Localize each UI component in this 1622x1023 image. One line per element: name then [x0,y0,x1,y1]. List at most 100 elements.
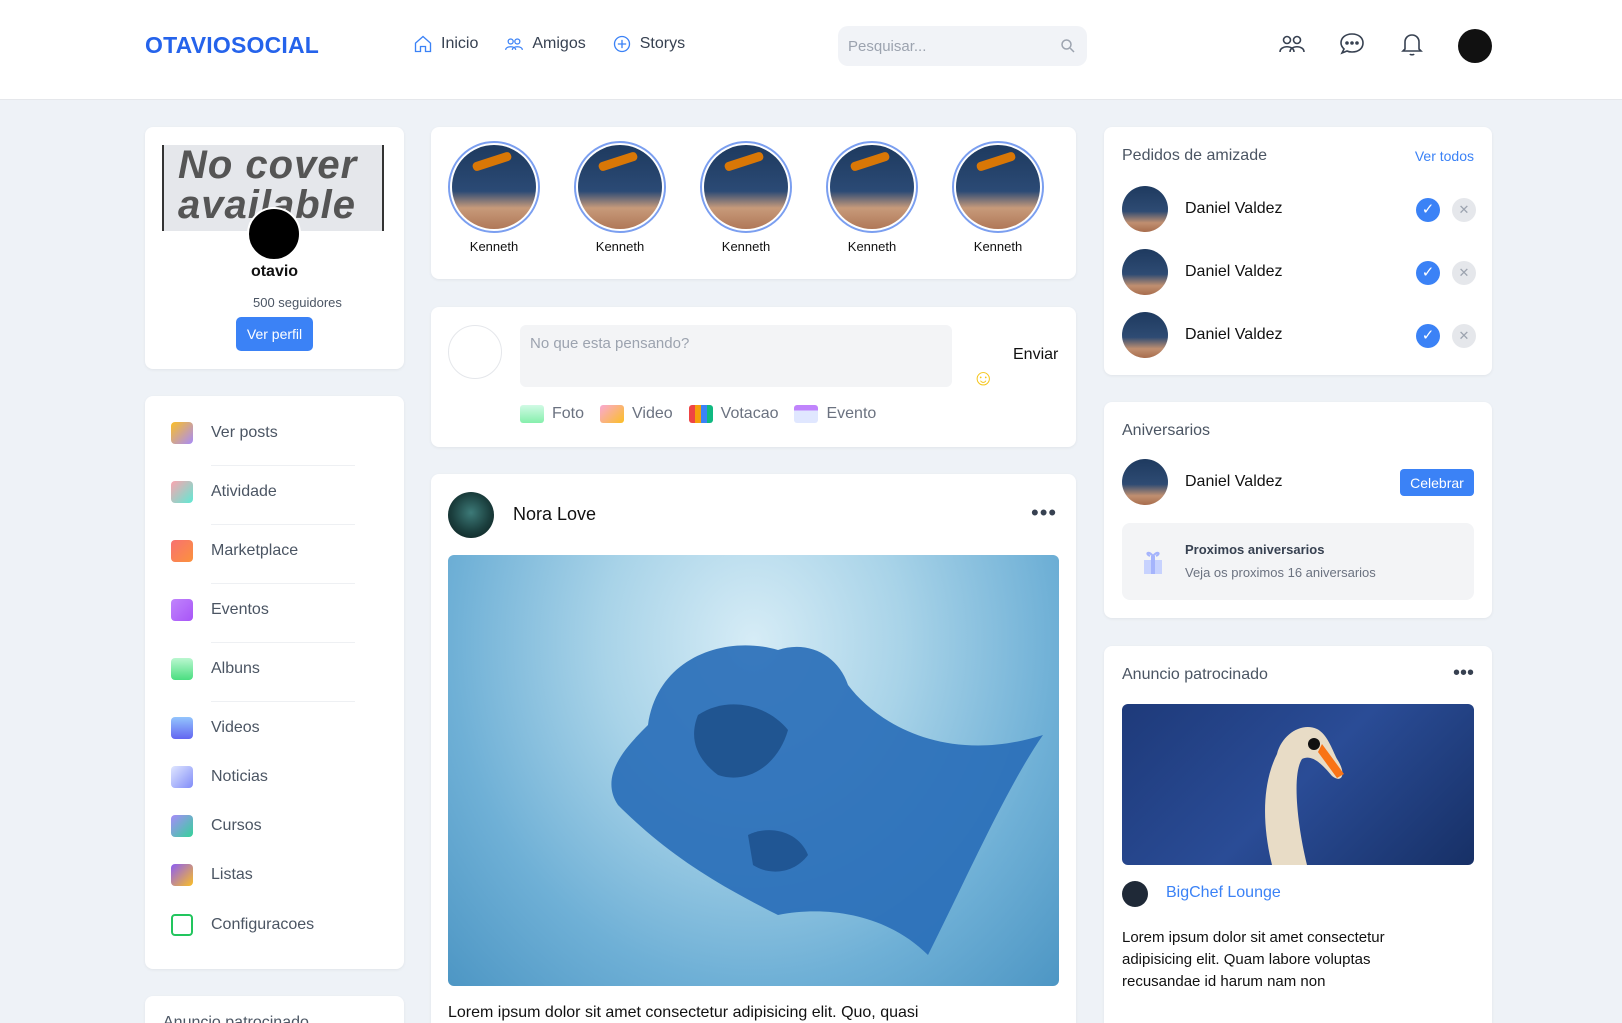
stories-card: Kenneth Kenneth Kenneth Kenneth Kenneth [431,127,1076,279]
story-thumbnail [578,145,662,229]
poll-icon [688,405,713,423]
post-textarea[interactable] [520,325,952,387]
menu-label: Ver posts [211,424,278,441]
menu-item-configuracoes[interactable]: Configuracoes [171,914,355,936]
user-avatar[interactable] [1458,29,1492,63]
request-avatar[interactable] [1122,186,1168,232]
menu-item-cursos[interactable]: Cursos [171,815,355,837]
chat-icon[interactable] [1338,30,1366,58]
reject-x-icon[interactable]: ✕ [1452,261,1476,285]
birthday-name[interactable]: Daniel Valdez [1185,473,1283,491]
nav-label: Storys [639,35,686,52]
view-all-link[interactable]: Ver todos [1415,148,1474,164]
menu-item-atividade[interactable]: Atividade [171,481,355,503]
post-author-avatar[interactable] [448,492,494,538]
video-button[interactable]: Video [600,405,673,423]
menu-item-albuns[interactable]: Albuns [171,658,355,680]
profile-name: otavio [250,263,299,280]
request-avatar[interactable] [1122,249,1168,295]
reject-x-icon[interactable]: ✕ [1452,198,1476,222]
story-item[interactable]: Kenneth [696,141,796,254]
story-item[interactable]: Kenneth [444,141,544,254]
menu-item-listas[interactable]: Listas [171,864,355,886]
post-card: Nora Love ••• Lorem ipsum dolor sit amet… [431,474,1076,1023]
action-label: Video [632,405,673,422]
people-icon[interactable] [1278,30,1306,58]
menu-item-eventos[interactable]: Eventos [171,599,355,621]
menu-item-videos[interactable]: Videos [171,717,355,739]
request-name[interactable]: Daniel Valdez [1185,200,1283,218]
friends-icon [505,38,524,51]
accept-check-icon[interactable]: ✓ [1416,261,1440,285]
menu-item-marketplace[interactable]: Marketplace [171,540,355,562]
accept-check-icon[interactable]: ✓ [1416,324,1440,348]
story-ring [574,141,666,233]
ad-image[interactable] [1122,704,1474,865]
menu-item-noticias[interactable]: Noticias [171,766,355,788]
search-input[interactable] [838,26,1038,66]
list-icon [171,864,193,886]
request-name[interactable]: Daniel Valdez [1185,326,1283,344]
action-label: Evento [826,405,877,422]
action-label: Votacao [720,405,779,422]
accept-check-icon[interactable]: ✓ [1416,198,1440,222]
friend-request-item: Daniel Valdez ✓ ✕ [1122,186,1476,232]
plus-circle-icon [613,35,630,53]
reject-x-icon[interactable]: ✕ [1452,324,1476,348]
home-icon [414,35,432,53]
side-menu: Ver posts Atividade Marketplace Eventos … [145,396,404,969]
nav-item-inicio[interactable]: Inicio [413,34,478,54]
story-name: Kenneth [847,239,897,254]
story-ring [448,141,540,233]
request-avatar[interactable] [1122,312,1168,358]
view-profile-button[interactable]: Ver perfil [236,317,313,351]
event-button[interactable]: Evento [794,405,876,423]
poll-button[interactable]: Votacao [688,405,779,423]
post-author-name[interactable]: Nora Love [513,504,596,525]
sponsored-title: Anuncio patrocinado [1122,666,1268,683]
menu-divider [211,642,355,643]
friend-request-item: Daniel Valdez ✓ ✕ [1122,249,1476,295]
birthdays-card: Aniversarios Daniel Valdez Celebrar Prox… [1104,402,1492,618]
nav-item-amigos[interactable]: Amigos [504,34,586,54]
action-label: Foto [552,405,585,422]
send-button[interactable]: Enviar [1013,346,1058,364]
story-name: Kenneth [973,239,1023,254]
calendar-icon [794,405,819,423]
more-options-icon[interactable]: ••• [1453,662,1474,685]
store-icon [171,540,193,562]
brand-logo[interactable]: OTAVIOSOCIAL [145,32,319,59]
story-ring [700,141,792,233]
celebrate-button[interactable]: Celebrar [1400,469,1474,496]
bell-icon[interactable] [1398,30,1426,58]
nav-item-storys[interactable]: Storys [612,34,685,54]
swan-illustration [1265,726,1344,865]
story-name: Kenneth [469,239,519,254]
story-item[interactable]: Kenneth [570,141,670,254]
calendar-icon [171,599,193,621]
header-actions [1278,30,1426,58]
nav-label: Amigos [532,35,586,52]
profile-avatar[interactable] [247,207,301,261]
menu-divider [211,701,355,702]
friend-request-item: Daniel Valdez ✓ ✕ [1122,312,1476,358]
post-image[interactable] [448,555,1059,986]
menu-item-ver-posts[interactable]: Ver posts [171,422,355,444]
ad-brand-link[interactable]: BigChef Lounge [1166,884,1281,902]
request-name[interactable]: Daniel Valdez [1185,263,1283,281]
activity-icon [171,481,193,503]
story-item[interactable]: Kenneth [822,141,922,254]
photo-button[interactable]: Foto [520,405,584,423]
main-nav: Inicio Amigos Storys [413,34,685,54]
more-options-icon[interactable]: ••• [1031,500,1057,526]
emoji-icon[interactable]: ☺ [972,365,994,391]
upcoming-title: Proximos aniversarios [1185,542,1325,557]
story-name: Kenneth [595,239,645,254]
birthday-avatar[interactable] [1122,459,1168,505]
nav-label: Inicio [441,35,479,52]
search-icon[interactable] [1059,37,1077,55]
upcoming-birthdays[interactable]: Proximos aniversarios Veja os proximos 1… [1122,523,1474,600]
menu-divider [211,583,355,584]
story-item[interactable]: Kenneth [948,141,1048,254]
brand-logo-icon[interactable] [1122,881,1148,907]
